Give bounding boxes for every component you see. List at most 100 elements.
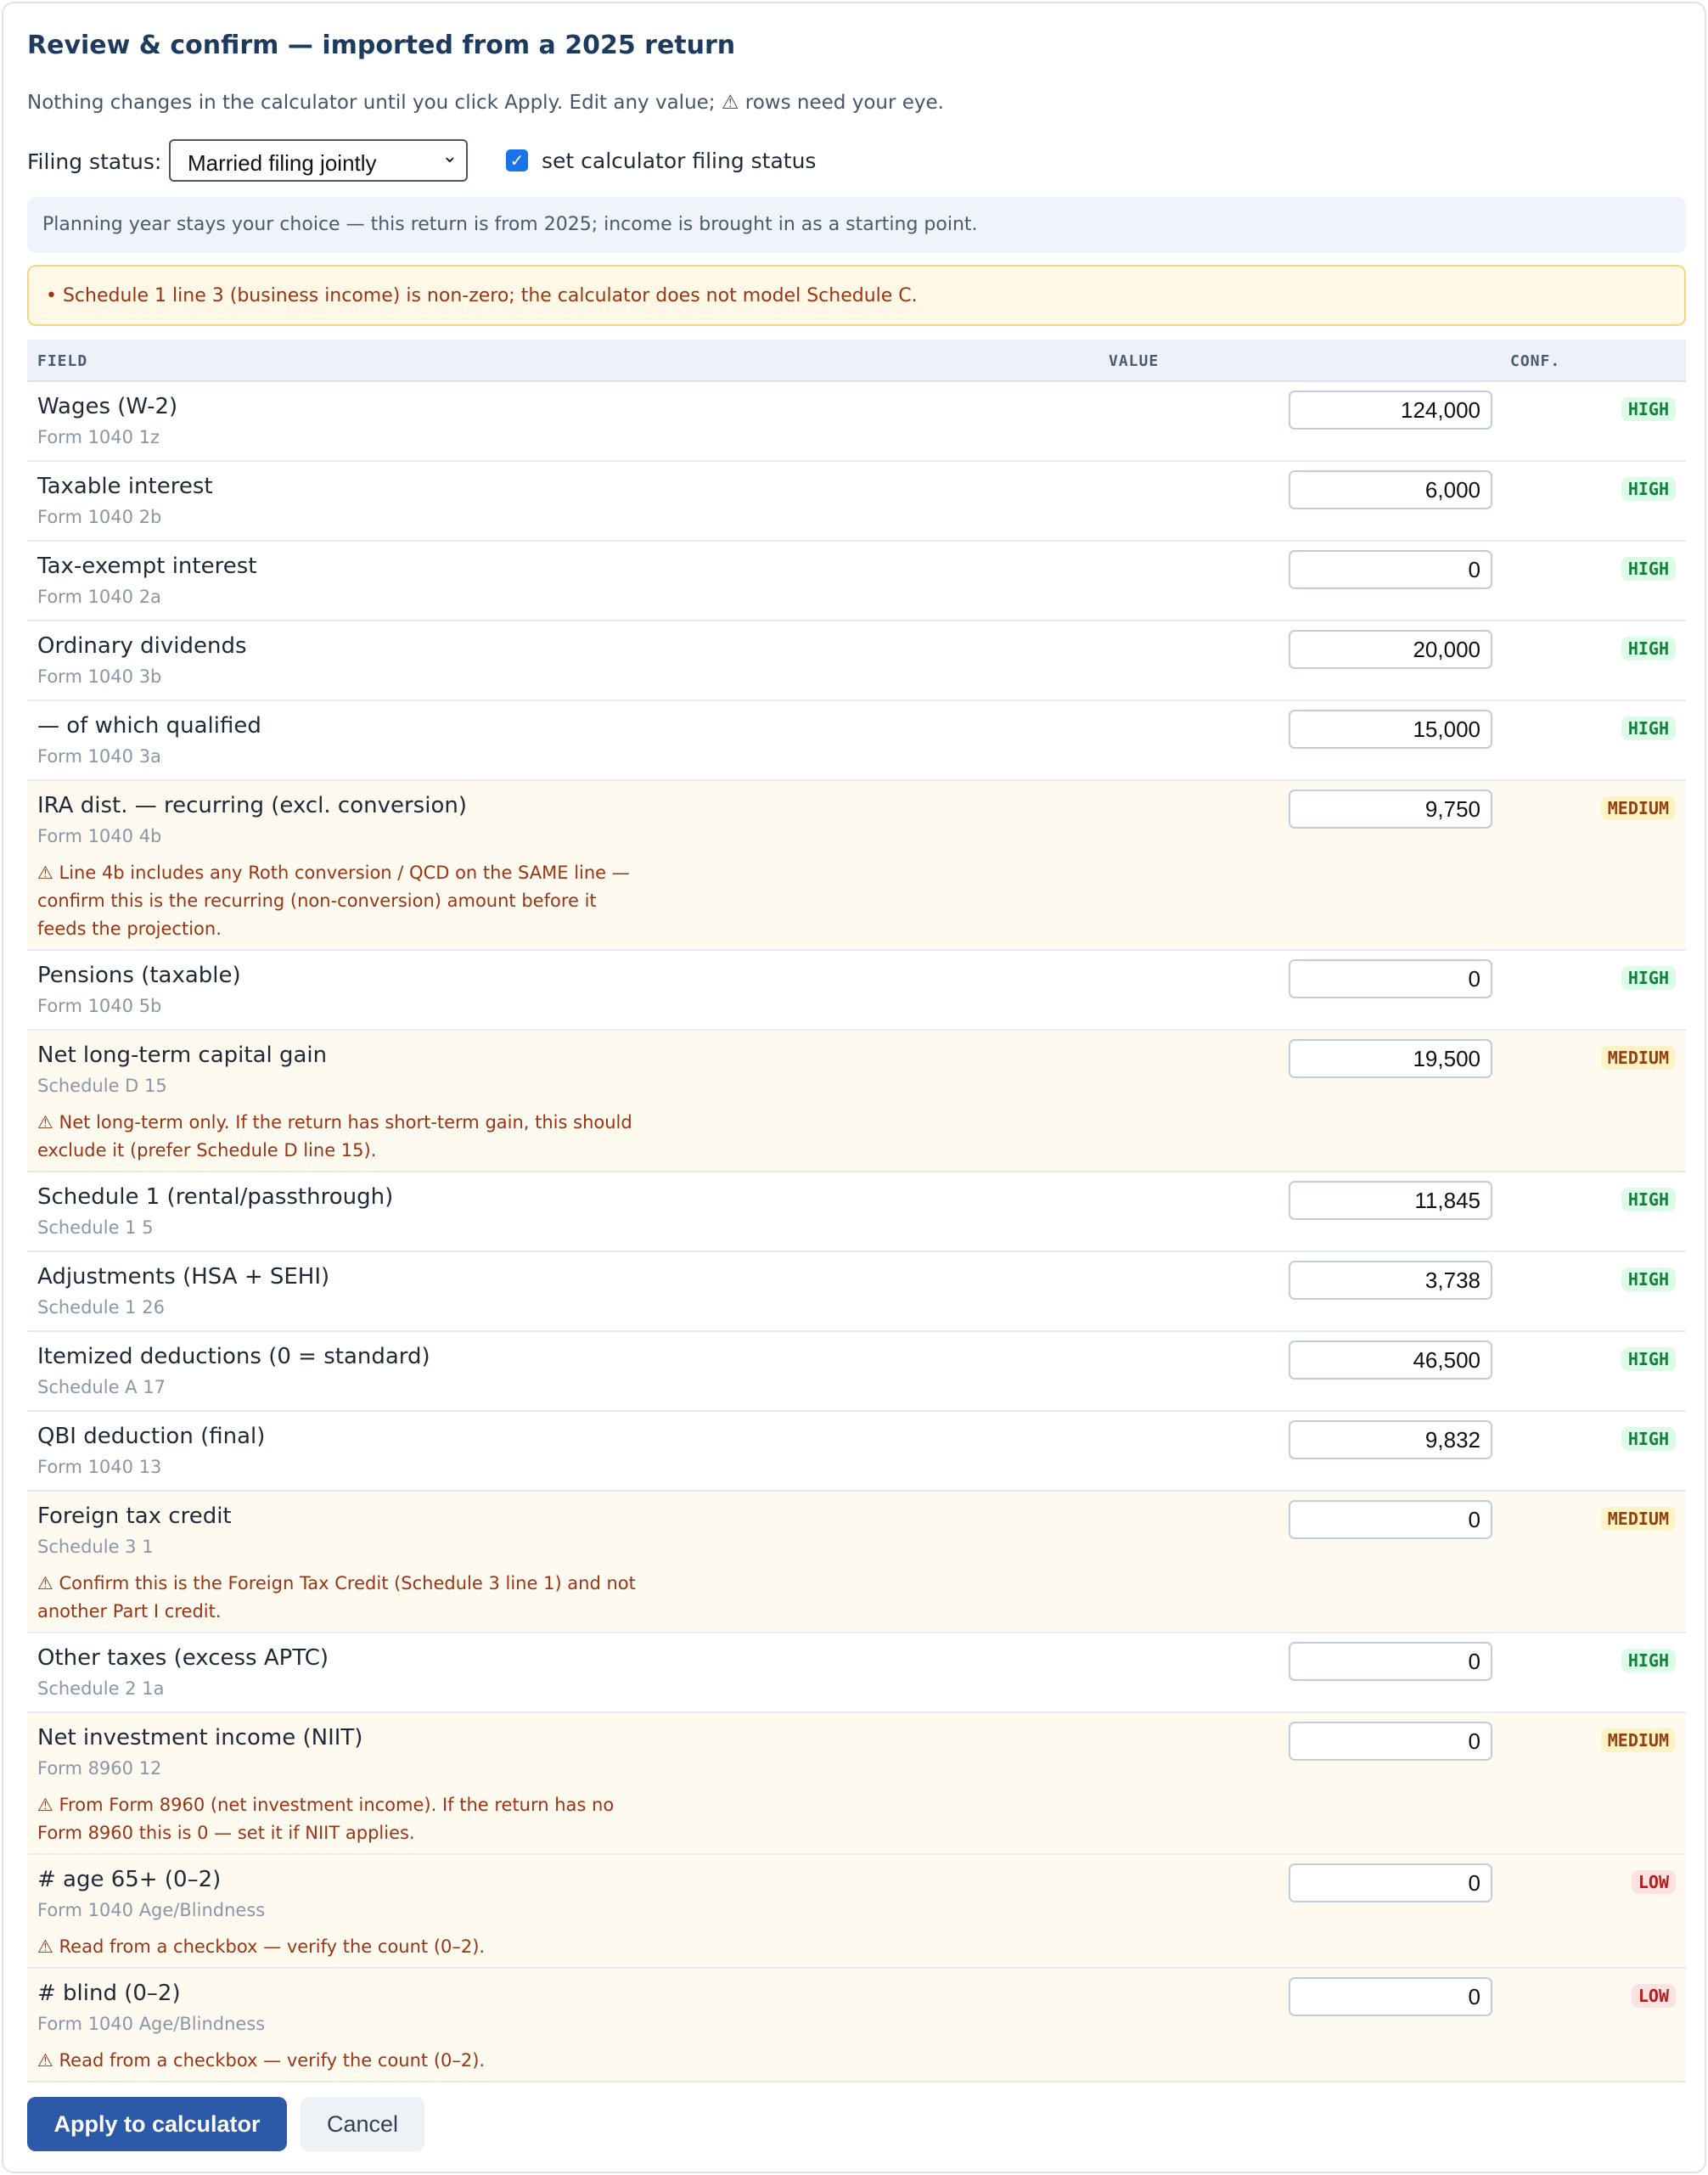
field-warning-note: ⚠ Net long-term only. If the return has …: [37, 1112, 632, 1161]
confidence-badge: HIGH: [1621, 717, 1676, 740]
table-row: — of which qualified Form 1040 3a 15,000…: [27, 701, 1686, 781]
field-value-input[interactable]: 3,738: [1289, 1261, 1492, 1300]
field-source: Form 1040 2a: [37, 587, 161, 607]
table-row: Net investment income (NIIT) Form 8960 1…: [27, 1713, 1686, 1855]
confidence-badge: HIGH: [1621, 1188, 1676, 1211]
field-label: Foreign tax credit: [37, 1503, 232, 1529]
field-source: Form 1040 2b: [37, 507, 162, 527]
panel-title: Review & confirm — imported from a 2025 …: [27, 31, 736, 60]
table-row: Itemized deductions (0 = standard) Sched…: [27, 1332, 1686, 1412]
table-row: Tax-exempt interest Form 1040 2a 0 HIGH: [27, 542, 1686, 621]
field-value-input[interactable]: 9,750: [1289, 790, 1492, 829]
field-label: Itemized deductions (0 = standard): [37, 1344, 430, 1369]
chevron-down-icon: ⌄: [441, 146, 458, 167]
filing-status-row: Filing status: Married filing jointly ⌄ …: [27, 139, 1686, 182]
field-label: Tax-exempt interest: [37, 554, 257, 579]
filing-status-select[interactable]: Married filing jointly ⌄: [169, 139, 468, 182]
confidence-badge: MEDIUM: [1600, 796, 1676, 820]
field-warning-note: ⚠ Line 4b includes any Roth conversion /…: [37, 863, 630, 939]
field-value-input[interactable]: 0: [1289, 1977, 1492, 2016]
table-row: Schedule 1 (rental/passthrough) Schedule…: [27, 1172, 1686, 1252]
field-source: Form 1040 Age/Blindness: [37, 1900, 266, 1920]
table-row: Net long-term capital gain Schedule D 15…: [27, 1031, 1686, 1172]
field-source: Form 1040 3b: [37, 666, 162, 687]
field-value-input[interactable]: 15,000: [1289, 710, 1492, 749]
table-row: Pensions (taxable) Form 1040 5b 0 HIGH: [27, 951, 1686, 1031]
field-source: Form 8960 12: [37, 1758, 162, 1779]
apply-to-calculator-button[interactable]: Apply to calculator: [27, 2097, 287, 2151]
filing-status-label: Filing status:: [27, 149, 162, 174]
confidence-badge: HIGH: [1621, 1649, 1676, 1672]
action-bar: Apply to calculator Cancel: [27, 2097, 1686, 2153]
field-warning-note: ⚠ Read from a checkbox — verify the coun…: [37, 2050, 486, 2071]
field-label: Wages (W-2): [37, 394, 178, 419]
field-value-input[interactable]: 6,000: [1289, 470, 1492, 509]
field-label: Schedule 1 (rental/passthrough): [37, 1184, 394, 1210]
confidence-badge: HIGH: [1621, 557, 1676, 581]
field-label: Net investment income (NIIT): [37, 1725, 363, 1751]
field-value-input[interactable]: 11,845: [1289, 1181, 1492, 1220]
field-value-input[interactable]: 9,832: [1289, 1420, 1492, 1459]
confidence-badge: HIGH: [1621, 1427, 1676, 1451]
table-row: Wages (W-2) Form 1040 1z 124,000 HIGH: [27, 382, 1686, 462]
field-label: — of which qualified: [37, 713, 261, 739]
field-label: Pensions (taxable): [37, 963, 241, 988]
table-row: Other taxes (excess APTC) Schedule 2 1a …: [27, 1633, 1686, 1713]
field-value-input[interactable]: 0: [1289, 550, 1492, 589]
set-filing-status-checkbox[interactable]: ✓: [506, 149, 528, 171]
column-header-field: FIELD: [37, 352, 88, 370]
import-fields-table: FIELD VALUE CONF. Wages (W-2) Form 1040 …: [27, 340, 1686, 2082]
field-source: Form 1040 Age/Blindness: [37, 2014, 266, 2034]
field-source: Form 1040 3a: [37, 746, 161, 767]
field-warning-note: ⚠ Read from a checkbox — verify the coun…: [37, 1936, 486, 1957]
panel-subtitle: Nothing changes in the calculator until …: [27, 92, 944, 114]
field-source: Schedule 1 5: [37, 1217, 154, 1238]
field-label: Other taxes (excess APTC): [37, 1645, 329, 1671]
field-value-input[interactable]: 19,500: [1289, 1039, 1492, 1078]
field-warning-note: ⚠ Confirm this is the Foreign Tax Credit…: [37, 1573, 636, 1621]
field-label: Adjustments (HSA + SEHI): [37, 1264, 330, 1290]
table-header: FIELD VALUE CONF.: [27, 340, 1686, 382]
column-header-conf: CONF.: [1510, 352, 1561, 370]
field-value-input[interactable]: 0: [1289, 959, 1492, 998]
field-source: Form 1040 1z: [37, 427, 160, 447]
table-row: # blind (0–2) Form 1040 Age/Blindness ⚠ …: [27, 1969, 1686, 2082]
field-source: Schedule D 15: [37, 1076, 167, 1096]
planning-year-info-text: Planning year stays your choice — this r…: [42, 214, 978, 235]
field-source: Form 1040 4b: [37, 826, 162, 846]
confidence-badge: HIGH: [1621, 637, 1676, 660]
confidence-badge: MEDIUM: [1600, 1507, 1676, 1531]
confidence-badge: HIGH: [1621, 966, 1676, 990]
field-source: Schedule 3 1: [37, 1537, 154, 1557]
table-row: IRA dist. — recurring (excl. conversion)…: [27, 781, 1686, 951]
field-label: IRA dist. — recurring (excl. conversion): [37, 793, 467, 818]
planning-year-info: Planning year stays your choice — this r…: [27, 197, 1686, 253]
set-filing-status-label[interactable]: set calculator filing status: [542, 149, 816, 173]
field-value-input[interactable]: 124,000: [1289, 391, 1492, 430]
field-label: # blind (0–2): [37, 1981, 181, 2006]
confidence-badge: LOW: [1631, 1870, 1676, 1894]
confidence-badge: MEDIUM: [1600, 1046, 1676, 1070]
field-value-input[interactable]: 0: [1289, 1500, 1492, 1539]
field-value-input[interactable]: 20,000: [1289, 630, 1492, 669]
confidence-badge: HIGH: [1621, 397, 1676, 421]
table-row: Foreign tax credit Schedule 3 1 ⚠ Confir…: [27, 1492, 1686, 1633]
filing-status-selected: Married filing jointly: [188, 150, 377, 176]
field-value-input[interactable]: 0: [1289, 1722, 1492, 1761]
table-row: QBI deduction (final) Form 1040 13 9,832…: [27, 1412, 1686, 1492]
column-header-value: VALUE: [1109, 352, 1160, 370]
field-value-input[interactable]: 0: [1289, 1642, 1492, 1681]
cancel-button[interactable]: Cancel: [301, 2097, 424, 2151]
table-row: Ordinary dividends Form 1040 3b 20,000 H…: [27, 621, 1686, 701]
field-source: Schedule 1 26: [37, 1297, 165, 1318]
checkmark-icon: ✓: [509, 150, 525, 171]
field-value-input[interactable]: 46,500: [1289, 1340, 1492, 1380]
field-label: Taxable interest: [37, 474, 213, 499]
field-source: Schedule 2 1a: [37, 1678, 165, 1699]
confidence-badge: HIGH: [1621, 477, 1676, 501]
review-confirm-panel: Review & confirm — imported from a 2025 …: [2, 2, 1706, 2173]
field-label: QBI deduction (final): [37, 1424, 266, 1449]
field-source: Schedule A 17: [37, 1377, 166, 1397]
field-value-input[interactable]: 0: [1289, 1863, 1492, 1902]
confidence-badge: HIGH: [1621, 1267, 1676, 1291]
